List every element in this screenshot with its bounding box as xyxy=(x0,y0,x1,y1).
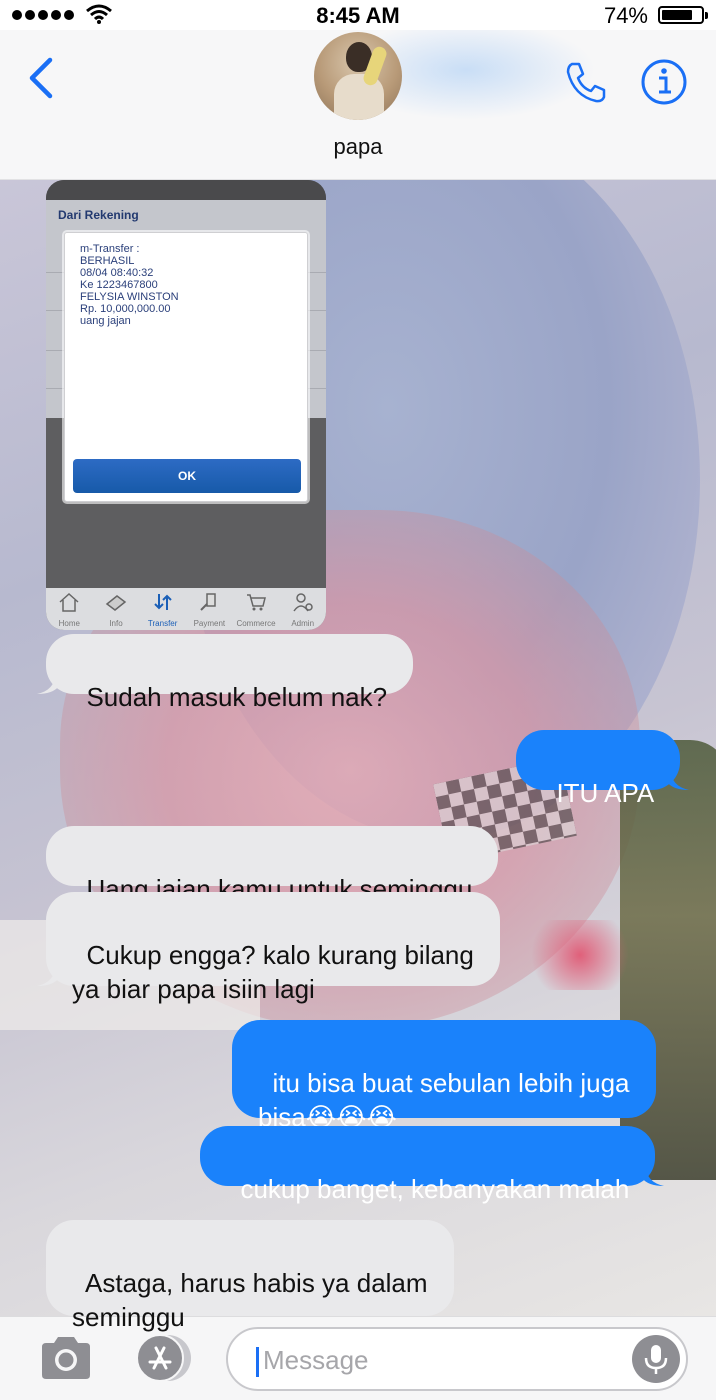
phone-call-icon[interactable] xyxy=(562,58,610,106)
hand-card-icon xyxy=(200,593,217,611)
attachment-tab-payment: Payment xyxy=(186,588,233,630)
incoming-message[interactable]: Astaga, harus habis ya dalam seminggu xyxy=(46,1220,454,1332)
outgoing-message[interactable]: ITU APA xyxy=(516,730,690,808)
message-placeholder: Message xyxy=(263,1345,369,1375)
camera-icon[interactable] xyxy=(38,1335,94,1381)
book-icon xyxy=(105,595,127,611)
image-attachment[interactable]: Dari Rekening m-Transfer : BERHASIL 08/0… xyxy=(46,180,326,630)
status-bar: 8:45 AM 74% xyxy=(0,0,716,30)
transfer-details-text: m-Transfer : BERHASIL 08/04 08:40:32 Ke … xyxy=(80,243,179,327)
attachment-tab-label: Commerce xyxy=(236,619,276,628)
outgoing-message[interactable]: itu bisa buat sebulan lebih juga bisa😭😭😭 xyxy=(232,1020,656,1132)
incoming-message[interactable]: Uang jajan kamu untuk seminggu xyxy=(46,826,499,904)
incoming-message[interactable]: Sudah masuk belum nak? xyxy=(37,634,414,712)
message-text: Sudah masuk belum nak? xyxy=(86,682,388,712)
conversation-header: papa xyxy=(0,20,716,180)
attachment-tab-commerce: Commerce xyxy=(233,588,280,630)
attachment-tab-bar: Home Info Transfer Payment Commerce Admi… xyxy=(46,588,326,630)
home-icon xyxy=(59,592,79,612)
microphone-icon[interactable] xyxy=(632,1335,680,1383)
attachment-tab-transfer: Transfer xyxy=(139,588,186,630)
app-store-icon[interactable] xyxy=(128,1333,196,1383)
text-caret xyxy=(256,1347,259,1377)
battery-icon xyxy=(658,6,708,24)
battery-percentage: 74% xyxy=(603,3,648,28)
info-icon[interactable] xyxy=(640,58,688,106)
message-text: cukup banget, kebanyakan malah xyxy=(240,1174,630,1204)
cart-icon xyxy=(247,594,266,611)
attachment-tab-label: Info xyxy=(109,619,123,628)
back-chevron-icon[interactable] xyxy=(26,56,56,100)
user-settings-icon xyxy=(293,593,313,612)
transfer-success-dialog: m-Transfer : BERHASIL 08/04 08:40:32 Ke … xyxy=(64,232,308,502)
message-text: ITU APA xyxy=(556,778,655,808)
contact-avatar[interactable] xyxy=(314,32,402,120)
incoming-message[interactable]: Cukup engga? kalo kurang bilang ya biar … xyxy=(37,892,500,1004)
dialog-ok-button: OK xyxy=(73,459,301,493)
message-input[interactable]: Message xyxy=(226,1327,688,1391)
contact-name[interactable]: papa xyxy=(0,134,716,160)
attachment-tab-home: Home xyxy=(46,588,93,630)
attachment-tab-label: Home xyxy=(58,619,80,628)
transfer-arrows-icon xyxy=(153,594,172,610)
attachment-tab-admin: Admin xyxy=(279,588,326,630)
attachment-panel-label: Dari Rekening xyxy=(58,208,139,222)
attachment-tab-info: Info xyxy=(93,588,140,630)
attachment-tab-label: Transfer xyxy=(147,619,178,628)
attachment-tab-label: Payment xyxy=(193,619,226,628)
attachment-tab-label: Admin xyxy=(291,619,315,628)
outgoing-message[interactable]: cukup banget, kebanyakan malah xyxy=(200,1126,665,1204)
